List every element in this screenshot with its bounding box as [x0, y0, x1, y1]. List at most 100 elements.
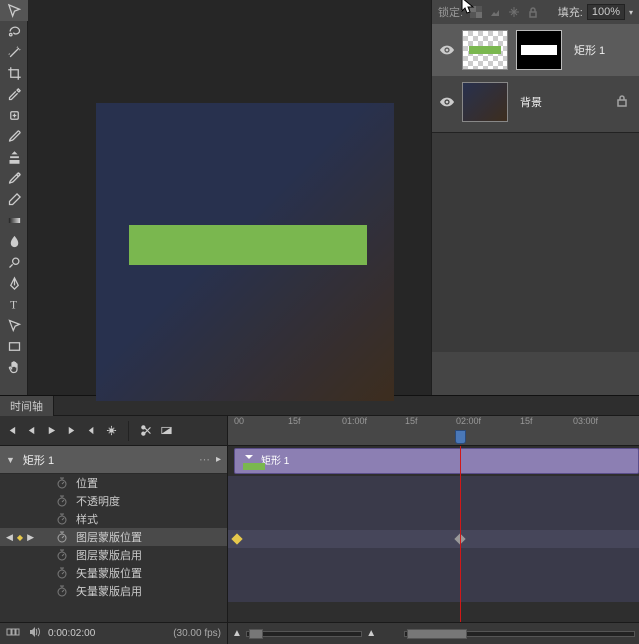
timeline-layer-name: 矩形 1 [19, 452, 199, 468]
stopwatch-icon[interactable] [56, 531, 68, 543]
layer-clip[interactable]: 矩形 1 [234, 448, 639, 474]
stopwatch-icon[interactable] [56, 513, 68, 525]
zoom-in-icon[interactable]: ▲ [366, 628, 376, 639]
track-opacity[interactable] [228, 494, 639, 512]
prev-kf-icon[interactable]: ◀ [6, 532, 13, 543]
keyframe[interactable] [454, 533, 465, 544]
fill-label: 填充: [558, 4, 583, 20]
zoom-slider[interactable] [246, 631, 362, 637]
layer-thumbnail[interactable] [462, 82, 508, 122]
type-tool[interactable]: T [0, 294, 28, 315]
prop-mask-enable[interactable]: 图层蒙版启用 [0, 546, 227, 564]
playback-controls [0, 416, 227, 446]
history-brush-tool[interactable] [0, 168, 28, 189]
time-ruler[interactable]: 00 15f 01:00f 15f 02:00f 15f 03:00f [228, 416, 639, 446]
next-frame-button[interactable] [64, 424, 78, 438]
add-kf-icon[interactable]: ◆ [17, 533, 23, 542]
track-vector-mask-position[interactable] [228, 566, 639, 584]
track-mask-enable[interactable] [228, 548, 639, 566]
track-mask-position[interactable] [228, 530, 639, 548]
dodge-tool[interactable] [0, 252, 28, 273]
lock-label: 锁定: [438, 4, 463, 20]
first-frame-button[interactable] [4, 424, 18, 438]
expand-icon[interactable] [243, 451, 255, 463]
pen-tool[interactable] [0, 273, 28, 294]
magic-wand-tool[interactable] [0, 42, 28, 63]
hand-tool[interactable] [0, 357, 28, 378]
lock-all-icon[interactable] [524, 3, 542, 21]
svg-text:T: T [10, 299, 17, 311]
stopwatch-icon[interactable] [56, 549, 68, 561]
timeline-track-view[interactable]: 00 15f 01:00f 15f 02:00f 15f 03:00f 矩形 1 [228, 416, 639, 644]
brush-tool[interactable] [0, 126, 28, 147]
split-button[interactable] [139, 424, 153, 438]
stopwatch-icon[interactable] [56, 495, 68, 507]
prop-mask-position[interactable]: ◀ ◆ ▶ 图层蒙版位置 [0, 528, 227, 546]
layer-mask-thumbnail[interactable] [516, 30, 562, 70]
track-style[interactable] [228, 512, 639, 530]
lock-position-icon[interactable] [505, 3, 523, 21]
lasso-tool[interactable] [0, 21, 28, 42]
transition-button[interactable] [159, 424, 173, 438]
layer-row-background[interactable]: 背景 [432, 76, 639, 128]
frame-rate: (30.00 fps) [173, 628, 221, 639]
prop-style[interactable]: 样式 [0, 510, 227, 528]
lock-image-icon[interactable] [486, 3, 504, 21]
eraser-tool[interactable] [0, 189, 28, 210]
prop-vector-mask-enable[interactable]: 矢量蒙版启用 [0, 582, 227, 600]
timeline-tracks[interactable]: 矩形 1 [228, 446, 639, 622]
prop-position[interactable]: 位置 [0, 474, 227, 492]
stopwatch-icon[interactable] [56, 477, 68, 489]
canvas-area[interactable] [28, 0, 431, 395]
layer-row-shape-1[interactable]: 矩形 1 [432, 24, 639, 76]
gradient-tool[interactable] [0, 210, 28, 231]
fill-dropdown-icon[interactable]: ▾ [629, 8, 633, 17]
lock-transparent-icon[interactable] [467, 3, 485, 21]
frame-convert-icon[interactable] [6, 626, 20, 641]
blur-tool[interactable] [0, 231, 28, 252]
timeline-status-bar: 0:00:02:00 (30.00 fps) [0, 622, 227, 644]
clip-thumbnail [243, 463, 265, 470]
layer-name[interactable]: 矩形 1 [574, 42, 605, 58]
healing-brush-tool[interactable] [0, 105, 28, 126]
timeline-layer-list: ▼ 矩形 1 ⋯ ▸ 位置 不透明度 样式 [0, 416, 228, 644]
timeline-layer-header[interactable]: ▼ 矩形 1 ⋯ ▸ [0, 446, 227, 474]
visibility-icon[interactable] [440, 97, 454, 107]
fill-value[interactable]: 100% [587, 4, 625, 20]
clone-stamp-tool[interactable] [0, 147, 28, 168]
layer-name[interactable]: 背景 [520, 94, 542, 110]
path-selection-tool[interactable] [0, 315, 28, 336]
prev-frame-button[interactable] [24, 424, 38, 438]
track-vector-mask-enable[interactable] [228, 584, 639, 602]
move-tool[interactable] [0, 0, 28, 21]
stopwatch-icon[interactable] [56, 585, 68, 597]
scroll-bar[interactable] [404, 631, 635, 637]
timeline-zoom-bar: ▲ ▲ [228, 622, 639, 644]
document-canvas[interactable] [96, 103, 394, 401]
crop-tool[interactable] [0, 63, 28, 84]
prev-keyframe-button[interactable] [84, 424, 98, 438]
play-button[interactable] [44, 424, 58, 438]
layer-menu-icon[interactable]: ▸ [216, 454, 221, 465]
layer-thumbnail[interactable] [462, 30, 508, 70]
visibility-icon[interactable] [440, 45, 454, 55]
playhead[interactable] [455, 430, 466, 444]
shape-rectangle-1[interactable] [129, 225, 367, 265]
layers-panel-header: 锁定: 填充: 100% ▾ [432, 0, 639, 24]
lock-icon [617, 95, 627, 110]
track-position[interactable] [228, 476, 639, 494]
prop-opacity[interactable]: 不透明度 [0, 492, 227, 510]
eyedropper-tool[interactable] [0, 84, 28, 105]
zoom-out-icon[interactable]: ▲ [232, 628, 242, 639]
current-time[interactable]: 0:00:02:00 [48, 628, 95, 639]
next-kf-icon[interactable]: ▶ [27, 532, 34, 543]
stopwatch-icon[interactable] [56, 567, 68, 579]
rectangle-tool[interactable] [0, 336, 28, 357]
layer-options-icon[interactable]: ⋯ [199, 453, 216, 466]
settings-button[interactable] [104, 424, 118, 438]
timeline-tab[interactable]: 时间轴 [0, 396, 54, 416]
prop-vector-mask-position[interactable]: 矢量蒙版位置 [0, 564, 227, 582]
keyframe[interactable] [231, 533, 242, 544]
audio-icon[interactable] [28, 626, 40, 641]
collapse-icon[interactable]: ▼ [6, 455, 15, 465]
